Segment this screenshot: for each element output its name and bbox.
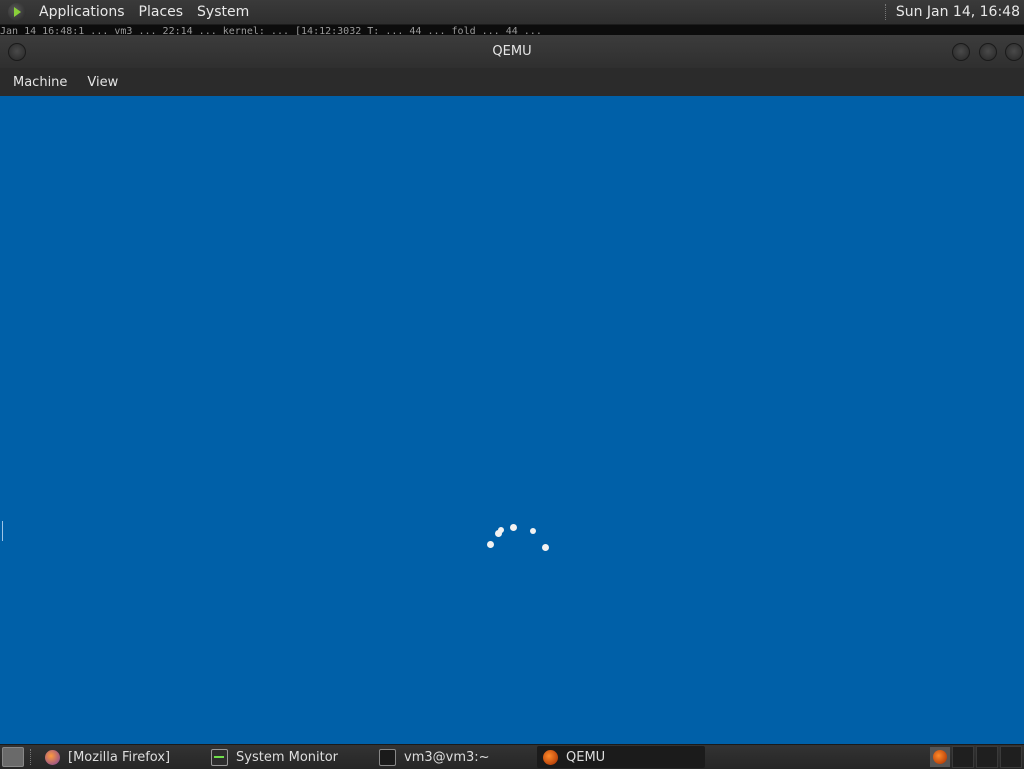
show-desktop-icon[interactable] [2, 747, 24, 767]
top-panel: Applications Places System Sun Jan 14, 1… [0, 0, 1024, 25]
qemu-menubar: Machine View [0, 68, 1024, 96]
task-label: vm3@vm3:~ [404, 749, 490, 765]
workspace-switcher-2[interactable] [976, 746, 998, 768]
loading-spinner-icon [486, 521, 550, 553]
spinner-dot [530, 528, 536, 534]
clock-area: Sun Jan 14, 16:48 [884, 0, 1024, 24]
task-label: [Mozilla Firefox] [68, 749, 171, 765]
spinner-dot [542, 544, 549, 551]
taskbar-separator [30, 749, 33, 765]
menu-applications[interactable]: Applications [32, 4, 132, 20]
window-titlebar[interactable]: QEMU [0, 35, 1024, 68]
menu-places[interactable]: Places [132, 4, 191, 20]
clock[interactable]: Sun Jan 14, 16:48 [896, 4, 1024, 20]
workspace-switcher-1[interactable] [952, 746, 974, 768]
spinner-dot [510, 524, 517, 531]
workspace-switcher-3[interactable] [1000, 746, 1022, 768]
menu-view[interactable]: View [77, 75, 128, 90]
tray-qemu-icon[interactable] [930, 747, 950, 767]
task-label: System Monitor [236, 749, 339, 765]
task-label: QEMU [566, 749, 606, 765]
window-menu-button[interactable] [8, 43, 26, 61]
task-qemu[interactable]: QEMU [537, 746, 705, 768]
menu-machine[interactable]: Machine [0, 75, 77, 90]
task-system-monitor[interactable]: System Monitor [205, 746, 373, 768]
window-title: QEMU [492, 44, 532, 59]
spinner-dot [498, 527, 504, 533]
firefox-icon [45, 749, 60, 765]
linux-mint-logo-icon[interactable] [8, 3, 26, 21]
system-tray [930, 745, 1024, 769]
minimize-button[interactable] [952, 43, 970, 61]
spinner-dot [487, 541, 494, 548]
qemu-icon [543, 749, 558, 765]
display-edge-marker [2, 521, 3, 541]
menu-system[interactable]: System [190, 4, 256, 20]
qemu-window: QEMU Machine View [0, 35, 1024, 744]
terminal-icon [379, 748, 396, 766]
task-terminal[interactable]: vm3@vm3:~ [373, 746, 537, 768]
bottom-taskbar: [Mozilla Firefox] System Monitor vm3@vm3… [0, 744, 1024, 769]
close-button[interactable] [1005, 43, 1023, 61]
task-firefox[interactable]: [Mozilla Firefox] [39, 746, 205, 768]
system-monitor-icon [211, 748, 228, 766]
panel-separator [884, 4, 888, 20]
maximize-button[interactable] [979, 43, 997, 61]
vm-display[interactable] [2, 96, 1024, 744]
